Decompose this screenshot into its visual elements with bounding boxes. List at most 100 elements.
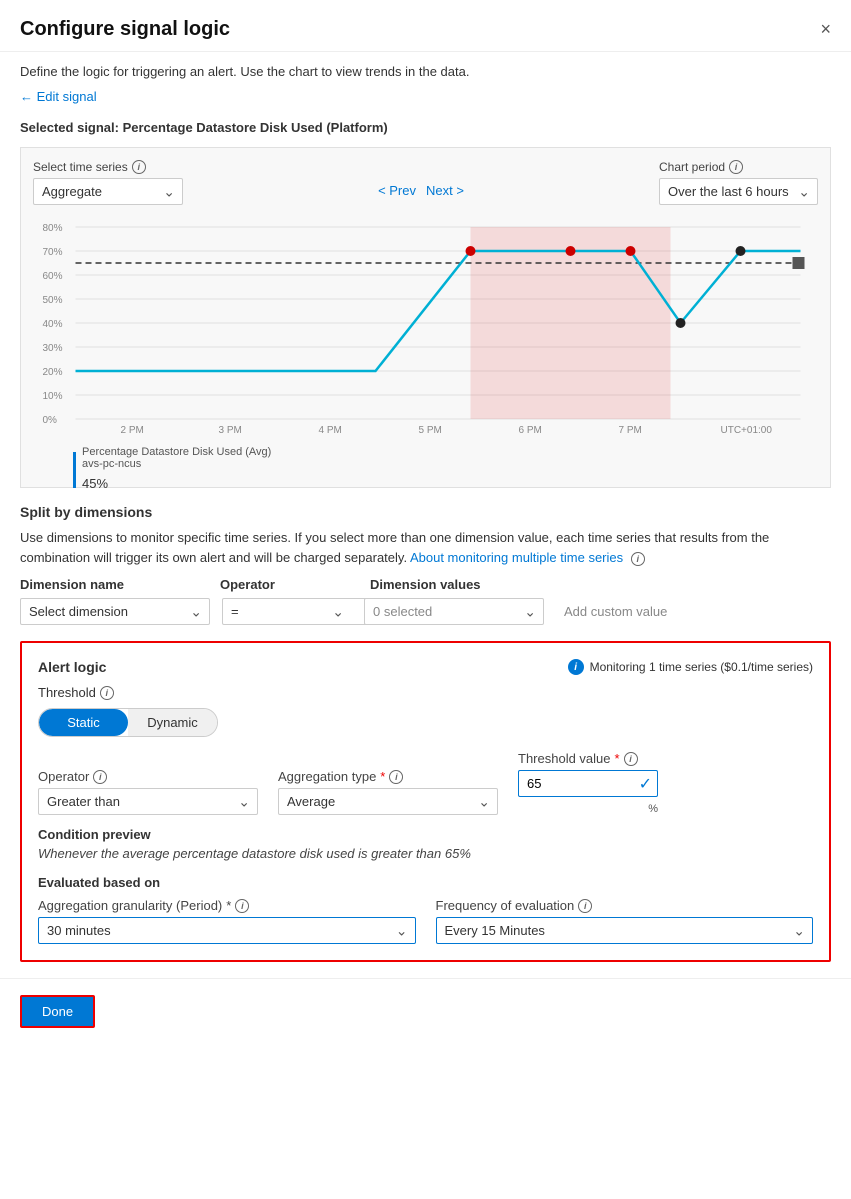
- aggregation-granularity-select[interactable]: 30 minutes: [38, 917, 416, 944]
- dimension-values-select-wrapper[interactable]: 0 selected: [364, 598, 544, 625]
- svg-text:UTC+01:00: UTC+01:00: [721, 425, 773, 435]
- aggregation-granularity-group: Aggregation granularity (Period) * i 30 …: [38, 898, 416, 944]
- operator-label: Operator i: [38, 769, 258, 784]
- time-series-group: Select time series i Aggregate: [33, 160, 183, 205]
- alert-logic-box: Alert logic i Monitoring 1 time series (…: [20, 641, 831, 962]
- chart-period-label: Chart period i: [659, 160, 818, 174]
- time-series-select-wrapper[interactable]: Aggregate: [33, 178, 183, 205]
- data-point: [626, 246, 636, 256]
- split-dimensions-title: Split by dimensions: [20, 504, 831, 520]
- dimension-headers: Dimension name Operator Dimension values: [20, 577, 831, 592]
- operator-select[interactable]: =: [222, 598, 372, 625]
- svg-text:30%: 30%: [43, 343, 63, 354]
- operator-form-select-wrapper[interactable]: Greater than: [38, 788, 258, 815]
- chart-period-select-wrapper[interactable]: Over the last 6 hours: [659, 178, 818, 205]
- condition-preview: Condition preview Whenever the average p…: [38, 827, 813, 861]
- monitoring-info-icon: i: [568, 659, 584, 675]
- operator-select-wrapper[interactable]: =: [222, 598, 352, 625]
- operator-group: Operator i Greater than: [38, 769, 258, 815]
- chart-svg: 80% 70% 60% 50% 40% 30% 20% 10% 0%: [33, 215, 818, 435]
- chart-period-select[interactable]: Over the last 6 hours: [659, 178, 818, 205]
- alert-logic-header: Alert logic i Monitoring 1 time series (…: [38, 659, 813, 675]
- dimension-row: Select dimension = 0 selected Add custom…: [20, 598, 831, 625]
- chart-controls: Select time series i Aggregate < Prev Ne…: [33, 160, 818, 205]
- close-button[interactable]: ×: [820, 19, 831, 40]
- aggregation-type-select[interactable]: Average: [278, 788, 498, 815]
- legend-value: 45%: [82, 472, 271, 493]
- chart-period-info-icon: i: [729, 160, 743, 174]
- aggregation-type-info-icon: i: [389, 770, 403, 784]
- data-point: [676, 318, 686, 328]
- monitoring-info-text: Monitoring 1 time series ($0.1/time seri…: [590, 660, 813, 674]
- condition-preview-title: Condition preview: [38, 827, 813, 842]
- edit-signal-anchor[interactable]: ← Edit signal: [20, 89, 97, 104]
- svg-text:50%: 50%: [43, 295, 63, 306]
- svg-text:40%: 40%: [43, 319, 63, 330]
- dynamic-toggle[interactable]: Dynamic: [128, 709, 217, 736]
- form-row-operator: Operator i Greater than Aggregation type…: [38, 751, 813, 815]
- legend-unit: %: [96, 476, 108, 491]
- threshold-value-group: Threshold value * i ✓ %: [518, 751, 658, 815]
- frequency-info-icon: i: [578, 899, 592, 913]
- legend-color-bar: [73, 452, 76, 488]
- chart-section: Select time series i Aggregate < Prev Ne…: [20, 147, 831, 488]
- eval-row: Aggregation granularity (Period) * i 30 …: [38, 898, 813, 944]
- aggregation-type-group: Aggregation type * i Average: [278, 769, 498, 815]
- frequency-label: Frequency of evaluation i: [436, 898, 814, 913]
- split-description: Use dimensions to monitor specific time …: [20, 528, 831, 567]
- prev-button[interactable]: < Prev: [378, 183, 416, 198]
- svg-text:6 PM: 6 PM: [519, 425, 542, 435]
- threshold-value-input[interactable]: [518, 770, 658, 797]
- threshold-value-label: Threshold value * i: [518, 751, 658, 766]
- frequency-select[interactable]: Every 15 Minutes: [436, 917, 814, 944]
- operator-form-select[interactable]: Greater than: [38, 788, 258, 815]
- svg-text:80%: 80%: [43, 223, 63, 234]
- static-toggle[interactable]: Static: [39, 709, 128, 736]
- time-series-label: Select time series i: [33, 160, 183, 174]
- threshold-checkmark-icon: ✓: [639, 774, 652, 794]
- selected-signal-label: Selected signal: Percentage Datastore Di…: [0, 112, 851, 147]
- operator-info-icon: i: [93, 770, 107, 784]
- monitoring-info: i Monitoring 1 time series ($0.1/time se…: [568, 659, 813, 675]
- svg-text:4 PM: 4 PM: [319, 425, 342, 435]
- time-series-select[interactable]: Aggregate: [33, 178, 183, 205]
- dimension-name-select-wrapper[interactable]: Select dimension: [20, 598, 210, 625]
- evaluated-title: Evaluated based on: [38, 875, 813, 890]
- aggregation-type-select-wrapper[interactable]: Average: [278, 788, 498, 815]
- threshold-label: Threshold i: [38, 685, 813, 700]
- done-button[interactable]: Done: [20, 995, 95, 1028]
- svg-text:0%: 0%: [43, 415, 58, 426]
- threshold-input-wrapper: ✓: [518, 770, 658, 797]
- dimension-name-select[interactable]: Select dimension: [20, 598, 210, 625]
- svg-text:3 PM: 3 PM: [219, 425, 242, 435]
- monitoring-link[interactable]: About monitoring multiple time series: [410, 550, 623, 565]
- time-series-info-icon: i: [132, 160, 146, 174]
- data-point: [736, 246, 746, 256]
- dialog-title: Configure signal logic: [20, 18, 230, 41]
- configure-signal-dialog: Configure signal logic × Define the logi…: [0, 0, 851, 1199]
- description-text: Define the logic for triggering an alert…: [0, 52, 851, 85]
- legend-sub: avs-pc-ncus: [82, 458, 271, 470]
- monitoring-info-icon: i: [631, 552, 645, 566]
- footer: Done: [0, 978, 851, 1044]
- svg-text:10%: 10%: [43, 391, 63, 402]
- alert-logic-title: Alert logic: [38, 659, 106, 675]
- next-button[interactable]: Next >: [426, 183, 464, 198]
- legend-name: Percentage Datastore Disk Used (Avg): [82, 446, 271, 458]
- frequency-select-wrapper[interactable]: Every 15 Minutes: [436, 917, 814, 944]
- dim-col-operator: Operator: [220, 577, 370, 592]
- dim-col-name: Dimension name: [20, 577, 220, 592]
- threshold-unit-label: %: [518, 803, 658, 815]
- svg-text:2 PM: 2 PM: [121, 425, 144, 435]
- data-point: [466, 246, 476, 256]
- dim-col-values: Dimension values: [370, 577, 570, 592]
- dialog-header: Configure signal logic ×: [0, 0, 851, 52]
- aggregation-granularity-label: Aggregation granularity (Period) * i: [38, 898, 416, 913]
- threshold-info-icon: i: [100, 686, 114, 700]
- chart-navigation: < Prev Next >: [378, 183, 464, 198]
- aggregation-granularity-select-wrapper[interactable]: 30 minutes: [38, 917, 416, 944]
- evaluated-section: Evaluated based on Aggregation granulari…: [38, 875, 813, 944]
- edit-signal-link[interactable]: ← Edit signal: [0, 85, 851, 112]
- svg-text:7 PM: 7 PM: [619, 425, 642, 435]
- dimension-values-select[interactable]: 0 selected: [364, 598, 544, 625]
